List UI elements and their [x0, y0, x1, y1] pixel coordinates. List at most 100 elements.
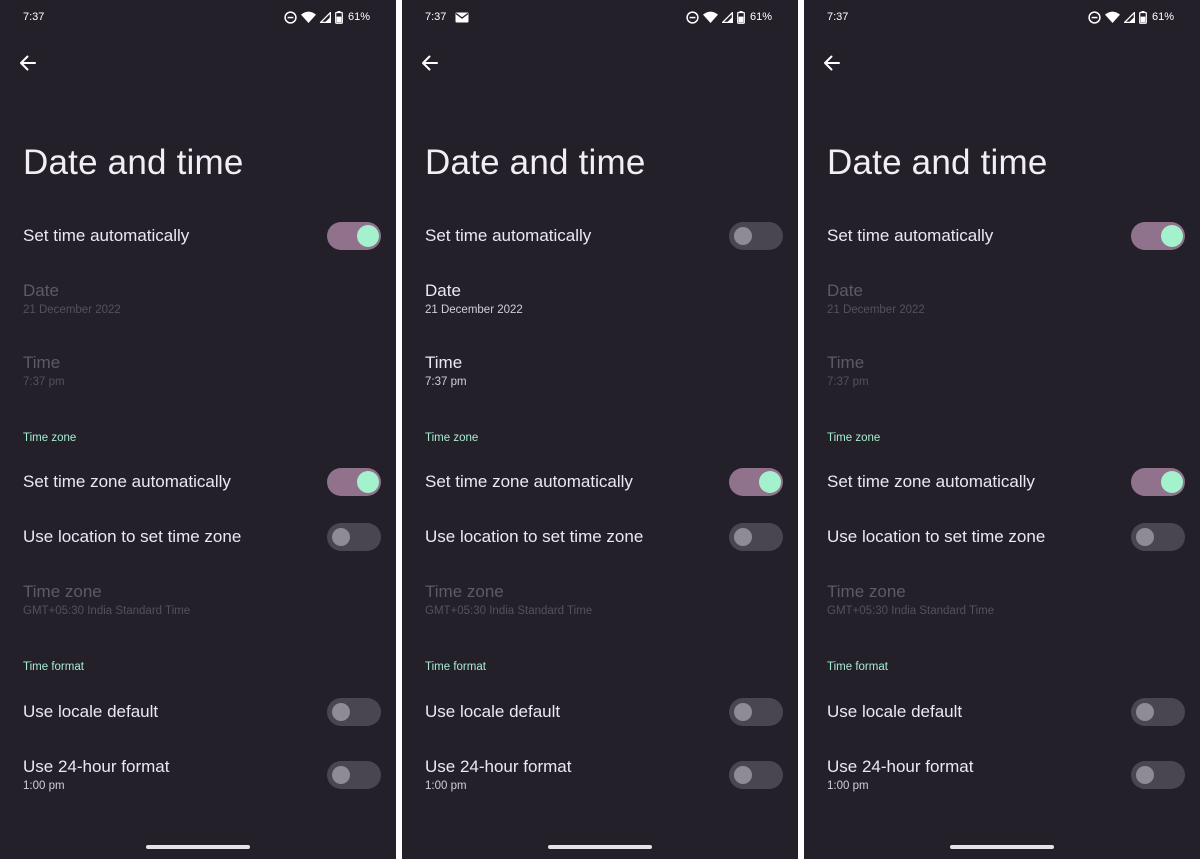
time-zone-setting-label[interactable]: Time zone	[425, 582, 504, 602]
battery-icon	[737, 10, 745, 24]
set-time-zone-automatically-label[interactable]: Set time zone automatically	[425, 472, 633, 492]
status-icons: 61%	[1088, 10, 1174, 24]
date-setting-value: 21 December 2022	[23, 304, 121, 316]
time-zone-setting-value: GMT+05:30 India Standard Time	[425, 605, 593, 617]
date-setting-value: 21 December 2022	[827, 304, 925, 316]
date-setting-label[interactable]: Date	[425, 281, 461, 301]
set-time-automatically-label[interactable]: Set time automatically	[827, 226, 993, 246]
do-not-disturb-icon	[1088, 10, 1101, 24]
switch-thumb	[332, 528, 350, 546]
set-time-zone-automatically-switch[interactable]	[729, 468, 783, 496]
time-zone-section-header: Time zone	[827, 432, 881, 444]
time-zone-setting-label[interactable]: Time zone	[23, 582, 102, 602]
status-bar: 7:37 61%	[804, 0, 1200, 36]
time-format-section-header: Time format	[827, 661, 888, 673]
use-24-hour-format-switch[interactable]	[1131, 761, 1185, 789]
use-locale-default-label[interactable]: Use locale default	[827, 702, 962, 722]
time-setting-value: 7:37 pm	[827, 376, 869, 388]
do-not-disturb-icon	[284, 10, 297, 24]
page-title: Date and time	[425, 143, 646, 182]
switch-thumb	[357, 471, 379, 493]
time-zone-section-header: Time zone	[23, 432, 77, 444]
set-time-automatically-switch[interactable]	[1131, 222, 1185, 250]
use-location-time-zone-label[interactable]: Use location to set time zone	[827, 527, 1045, 547]
switch-thumb	[1136, 528, 1154, 546]
wifi-icon	[300, 11, 316, 23]
mail-icon	[455, 12, 469, 23]
use-location-time-zone-switch[interactable]	[729, 523, 783, 551]
back-arrow-icon[interactable]	[418, 51, 442, 75]
cell-signal-icon	[721, 11, 733, 23]
status-icons: 61%	[284, 10, 370, 24]
home-indicator[interactable]	[146, 845, 250, 849]
do-not-disturb-icon	[686, 10, 699, 24]
time-setting-label[interactable]: Time	[425, 353, 462, 373]
status-time: 7:37	[827, 11, 849, 23]
set-time-automatically-switch[interactable]	[327, 222, 381, 250]
use-24-hour-format-switch[interactable]	[729, 761, 783, 789]
time-setting-value: 7:37 pm	[425, 376, 467, 388]
switch-thumb	[357, 225, 379, 247]
battery-percent: 61%	[347, 11, 370, 23]
use-locale-default-label[interactable]: Use locale default	[425, 702, 560, 722]
time-format-section-header: Time format	[425, 661, 486, 673]
time-setting-label[interactable]: Time	[827, 353, 864, 373]
use-location-time-zone-switch[interactable]	[327, 523, 381, 551]
cell-signal-icon	[1123, 11, 1135, 23]
time-setting-label[interactable]: Time	[23, 353, 60, 373]
use-location-time-zone-label[interactable]: Use location to set time zone	[425, 527, 643, 547]
set-time-automatically-switch[interactable]	[729, 222, 783, 250]
use-locale-default-switch[interactable]	[327, 698, 381, 726]
set-time-zone-automatically-label[interactable]: Set time zone automatically	[23, 472, 231, 492]
use-24-hour-format-switch[interactable]	[327, 761, 381, 789]
switch-thumb	[734, 528, 752, 546]
use-24-hour-format-label[interactable]: Use 24-hour format	[827, 757, 973, 777]
cell-signal-icon	[319, 11, 331, 23]
use-location-time-zone-switch[interactable]	[1131, 523, 1185, 551]
set-time-zone-automatically-label[interactable]: Set time zone automatically	[827, 472, 1035, 492]
switch-thumb	[1161, 471, 1183, 493]
set-time-zone-automatically-switch[interactable]	[1131, 468, 1185, 496]
switch-thumb	[332, 766, 350, 784]
set-time-zone-automatically-switch[interactable]	[327, 468, 381, 496]
set-time-automatically-label[interactable]: Set time automatically	[425, 226, 591, 246]
switch-thumb	[734, 766, 752, 784]
switch-thumb	[1136, 766, 1154, 784]
phone-screen: 7:37 61% Date and time Set time automati…	[804, 0, 1200, 859]
time-setting-value: 7:37 pm	[23, 376, 65, 388]
date-setting-label[interactable]: Date	[23, 281, 59, 301]
time-format-section-header: Time format	[23, 661, 84, 673]
battery-icon	[1139, 10, 1147, 24]
use-locale-default-label[interactable]: Use locale default	[23, 702, 158, 722]
battery-percent: 61%	[1151, 11, 1174, 23]
use-24-hour-format-value: 1:00 pm	[425, 780, 467, 792]
switch-thumb	[332, 703, 350, 721]
switch-thumb	[734, 227, 752, 245]
date-setting-label[interactable]: Date	[827, 281, 863, 301]
status-time: 7:37	[23, 11, 45, 23]
time-zone-setting-value: GMT+05:30 India Standard Time	[23, 605, 191, 617]
use-location-time-zone-label[interactable]: Use location to set time zone	[23, 527, 241, 547]
phone-screen: 7:37 61% Date and time Set time automati…	[0, 0, 396, 859]
battery-icon	[335, 10, 343, 24]
set-time-automatically-label[interactable]: Set time automatically	[23, 226, 189, 246]
use-locale-default-switch[interactable]	[1131, 698, 1185, 726]
switch-thumb	[734, 703, 752, 721]
time-zone-setting-label[interactable]: Time zone	[827, 582, 906, 602]
use-24-hour-format-label[interactable]: Use 24-hour format	[425, 757, 571, 777]
status-icons: 61%	[686, 10, 772, 24]
battery-percent: 61%	[749, 11, 772, 23]
status-bar: 7:37 61%	[402, 0, 798, 36]
page-title: Date and time	[23, 143, 244, 182]
back-arrow-icon[interactable]	[820, 51, 844, 75]
switch-thumb	[1136, 703, 1154, 721]
back-arrow-icon[interactable]	[16, 51, 40, 75]
use-locale-default-switch[interactable]	[729, 698, 783, 726]
screens-container: 7:37 61% Date and time Set time automati…	[0, 0, 1200, 859]
home-indicator[interactable]	[950, 845, 1054, 849]
home-indicator[interactable]	[548, 845, 652, 849]
phone-screen: 7:37 61% Date and time Set time automati…	[402, 0, 798, 859]
switch-thumb	[759, 471, 781, 493]
date-setting-value: 21 December 2022	[425, 304, 523, 316]
use-24-hour-format-label[interactable]: Use 24-hour format	[23, 757, 169, 777]
